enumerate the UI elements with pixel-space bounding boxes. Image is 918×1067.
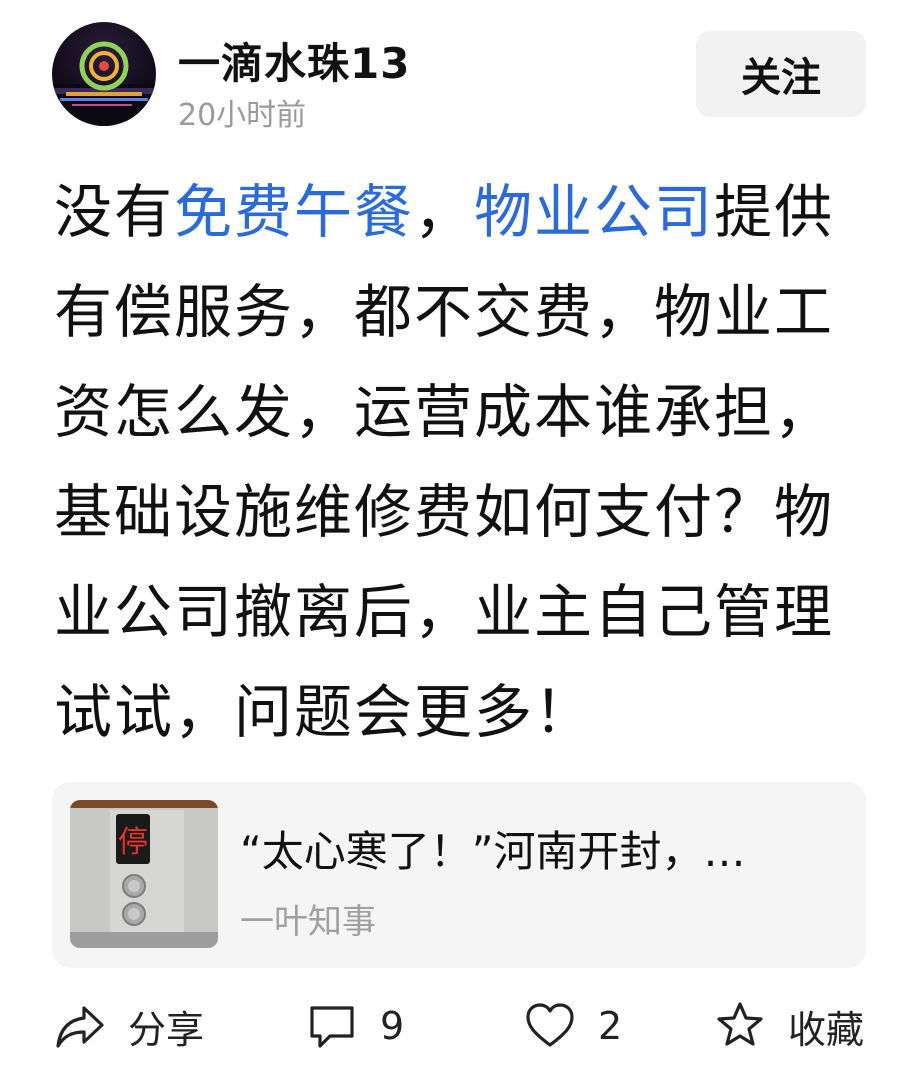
avatar-image xyxy=(52,41,156,126)
comment-button[interactable]: 9 xyxy=(306,998,404,1054)
linked-article-card[interactable]: 停 “太心寒了！”河南开封，… 一叶知事 xyxy=(52,782,866,968)
share-icon xyxy=(56,1006,104,1048)
comment-count: 9 xyxy=(380,1004,405,1048)
comment-icon xyxy=(310,1006,354,1048)
follow-button[interactable]: 关注 xyxy=(696,31,866,117)
share-button[interactable]: 分享 xyxy=(54,998,204,1054)
heart-icon xyxy=(526,1003,574,1047)
username[interactable]: 一滴水珠13 xyxy=(178,30,410,91)
topic-link-free-lunch[interactable]: 免费午餐 xyxy=(174,178,414,246)
share-label: 分享 xyxy=(128,1007,205,1052)
topic-link-property-company[interactable]: 物业公司 xyxy=(474,178,714,246)
svg-text:停: 停 xyxy=(118,825,148,860)
article-thumbnail: 停 xyxy=(70,800,218,948)
avatar[interactable] xyxy=(52,22,156,126)
like-count: 2 xyxy=(598,1004,623,1048)
post-time: 20小时前 xyxy=(178,98,307,133)
post-text-separator: ， xyxy=(414,178,475,246)
collect-button[interactable]: 收藏 xyxy=(714,998,864,1054)
article-title[interactable]: “太心寒了！”河南开封，… xyxy=(240,818,840,879)
star-icon xyxy=(717,1002,763,1046)
post-text-rest: 提供有偿服务，都不交费，物业工资怎么发，运营成本谁承担，基础设施维修费如何支付？… xyxy=(54,178,835,746)
post-text-prefix: 没有 xyxy=(54,178,175,246)
collect-label: 收藏 xyxy=(788,1007,865,1052)
post-text: 没有免费午餐，物业公司提供有偿服务，都不交费，物业工资怎么发，运营成本谁承担，基… xyxy=(54,162,864,762)
article-source: 一叶知事 xyxy=(240,902,376,942)
like-button[interactable]: 2 xyxy=(524,998,622,1054)
